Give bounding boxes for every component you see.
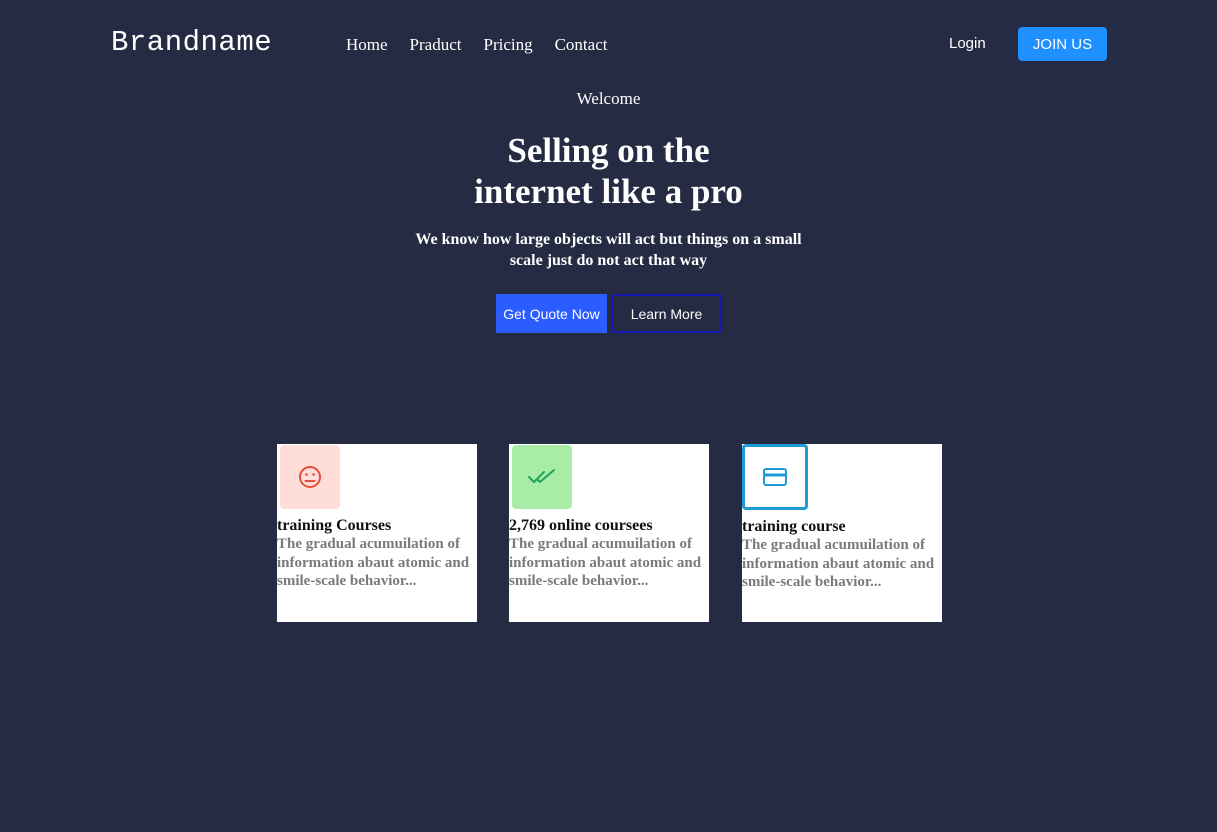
get-quote-button[interactable]: Get Quote Now — [496, 294, 607, 333]
nav-contact[interactable]: Contact — [555, 35, 608, 55]
join-us-button[interactable]: JOIN US — [1018, 27, 1107, 61]
card-icon-box — [742, 444, 808, 510]
brand-logo[interactable]: Brandname — [111, 26, 272, 59]
card-icon-box — [512, 445, 572, 509]
hero-title-line-1: Selling on the — [507, 131, 710, 170]
hero-title: Selling on the internet like a pro — [399, 130, 819, 212]
card-description: The gradual acumuilation of information … — [277, 536, 470, 589]
feature-card-training-course: training course The gradual acumuilation… — [742, 444, 942, 622]
welcome-text: Welcome — [576, 89, 641, 108]
credit-card-icon — [763, 468, 787, 486]
hero-section: Welcome Selling on the internet like a p… — [0, 88, 1217, 271]
hero-actions: Get Quote Now Learn More — [496, 294, 722, 333]
nav-home[interactable]: Home — [346, 35, 388, 55]
feature-card-online-courses: 2,769 online coursees The gradual acumui… — [509, 444, 709, 622]
card-title: 2,769 online coursees — [509, 517, 653, 534]
card-title: training Courses — [277, 517, 392, 534]
hero-title-line-2: internet like a pro — [474, 172, 743, 211]
nav-pricing[interactable]: Pricing — [483, 35, 532, 55]
login-link[interactable]: Login — [949, 35, 986, 52]
hero-subtitle: We know how large objects will act but t… — [415, 231, 802, 269]
card-description: The gradual acumuilation of information … — [509, 536, 702, 589]
double-check-icon — [528, 469, 555, 483]
sad-face-icon — [299, 466, 321, 488]
learn-more-button[interactable]: Learn More — [611, 294, 722, 333]
nav-product[interactable]: Praduct — [410, 35, 462, 55]
card-title: training course — [742, 518, 846, 535]
main-nav: Home Praduct Pricing Contact — [346, 35, 607, 55]
card-description: The gradual acumuilation of information … — [742, 537, 935, 590]
feature-card-training-courses: training Courses The gradual acumuilatio… — [277, 444, 477, 622]
card-icon-box — [280, 445, 340, 509]
